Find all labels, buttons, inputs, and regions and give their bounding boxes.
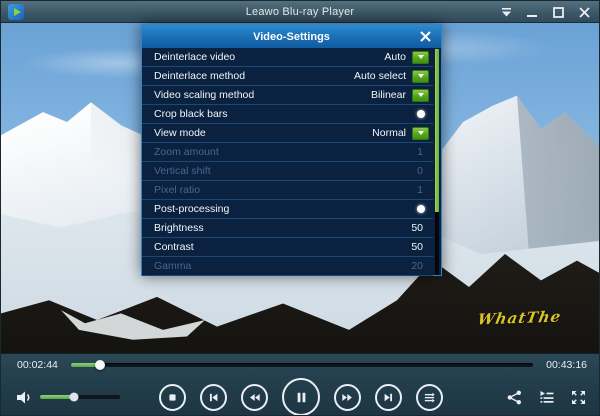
pause-button[interactable]	[282, 378, 320, 416]
toggle-dot[interactable]	[417, 110, 425, 118]
setting-label: Brightness	[154, 222, 411, 234]
settings-row[interactable]: Pixel ratio 1	[142, 181, 433, 200]
settings-row[interactable]: Post-processing	[142, 200, 433, 219]
skip-back-icon	[207, 391, 220, 404]
setting-label: Pixel ratio	[154, 184, 417, 196]
setting-label: Post-processing	[154, 203, 411, 215]
next-button[interactable]	[375, 384, 402, 411]
seek-handle[interactable]	[95, 360, 105, 370]
list-arrows-icon	[423, 391, 436, 404]
settings-row[interactable]: Deinterlace video Auto	[142, 48, 433, 67]
settings-row[interactable]: Gamma 20	[142, 257, 433, 276]
stop-icon	[166, 391, 179, 404]
chevron-down-icon	[418, 55, 424, 59]
scrollbar-thumb[interactable]	[435, 49, 439, 212]
minimize-icon[interactable]	[525, 5, 539, 19]
settings-row[interactable]: Deinterlace method Auto select	[142, 67, 433, 86]
setting-value: 50	[411, 241, 423, 253]
video-watermark: WhatThe	[476, 308, 563, 329]
rewind-button[interactable]	[241, 384, 268, 411]
stop-button[interactable]	[159, 384, 186, 411]
setting-label: Deinterlace video	[154, 51, 384, 63]
seek-row: 00:02:44 00:43:16	[1, 354, 600, 376]
settings-row[interactable]: Brightness 50	[142, 219, 433, 238]
fast-forward-icon	[341, 391, 354, 404]
share-icon[interactable]	[506, 389, 523, 406]
setting-label: View mode	[154, 127, 372, 139]
settings-row[interactable]: Crop black bars	[142, 105, 433, 124]
app-window: Leawo Blu-ray Player WhatThe	[0, 0, 600, 416]
playlist-panel-icon[interactable]	[538, 389, 555, 406]
setting-label: Vertical shift	[154, 165, 417, 177]
dialog-title: Video-Settings	[253, 31, 330, 43]
setting-label: Video scaling method	[154, 89, 371, 101]
setting-value: Auto	[384, 51, 406, 63]
playlist-button[interactable]	[416, 384, 443, 411]
setting-value: Normal	[372, 127, 406, 139]
settings-row[interactable]: View mode Normal	[142, 124, 433, 143]
app-logo-icon	[8, 4, 24, 20]
toggle-dot[interactable]	[417, 205, 425, 213]
setting-value: 1	[417, 184, 423, 196]
pause-icon	[294, 390, 309, 405]
settings-row[interactable]: Vertical shift 0	[142, 162, 433, 181]
total-duration: 00:43:16	[543, 359, 587, 371]
dropdown-button[interactable]	[412, 89, 429, 102]
elapsed-time: 00:02:44	[17, 359, 61, 371]
close-icon[interactable]	[577, 5, 591, 19]
dialog-close-icon[interactable]	[418, 29, 432, 43]
seek-bar[interactable]	[71, 363, 533, 367]
setting-label: Zoom amount	[154, 146, 417, 158]
setting-value: Bilinear	[371, 89, 406, 101]
maximize-icon[interactable]	[551, 5, 565, 19]
previous-button[interactable]	[200, 384, 227, 411]
settings-row[interactable]: Video scaling method Bilinear	[142, 86, 433, 105]
settings-row[interactable]: Contrast 50	[142, 238, 433, 257]
setting-value: 50	[411, 222, 423, 234]
settings-row[interactable]: Zoom amount 1	[142, 143, 433, 162]
setting-label: Crop black bars	[154, 108, 411, 120]
setting-label: Contrast	[154, 241, 411, 253]
dropdown-button[interactable]	[412, 70, 429, 83]
controls-row	[1, 376, 600, 416]
dialog-body: Deinterlace video Auto Deinterlace metho…	[142, 48, 441, 276]
setting-value: 20	[411, 260, 423, 272]
video-settings-dialog: Video-Settings Deinterlace video Auto De…	[141, 24, 442, 276]
chevron-down-icon	[418, 93, 424, 97]
setting-label: Gamma	[154, 260, 411, 272]
setting-value: 0	[417, 165, 423, 177]
skip-forward-icon	[382, 391, 395, 404]
setting-label: Deinterlace method	[154, 70, 354, 82]
chevron-down-icon	[418, 74, 424, 78]
fast-forward-button[interactable]	[334, 384, 361, 411]
rewind-icon	[248, 391, 261, 404]
setting-value: 1	[417, 146, 423, 158]
menu-chevron-icon[interactable]	[499, 5, 513, 19]
dialog-header: Video-Settings	[142, 25, 441, 48]
dropdown-button[interactable]	[412, 127, 429, 140]
utility-icons	[506, 376, 587, 416]
fullscreen-icon[interactable]	[570, 389, 587, 406]
chevron-down-icon	[418, 131, 424, 135]
titlebar[interactable]: Leawo Blu-ray Player	[1, 1, 599, 23]
dialog-scrollbar[interactable]	[435, 49, 439, 275]
setting-value: Auto select	[354, 70, 406, 82]
dropdown-button[interactable]	[412, 51, 429, 64]
control-bar: 00:02:44 00:43:16	[1, 353, 600, 416]
